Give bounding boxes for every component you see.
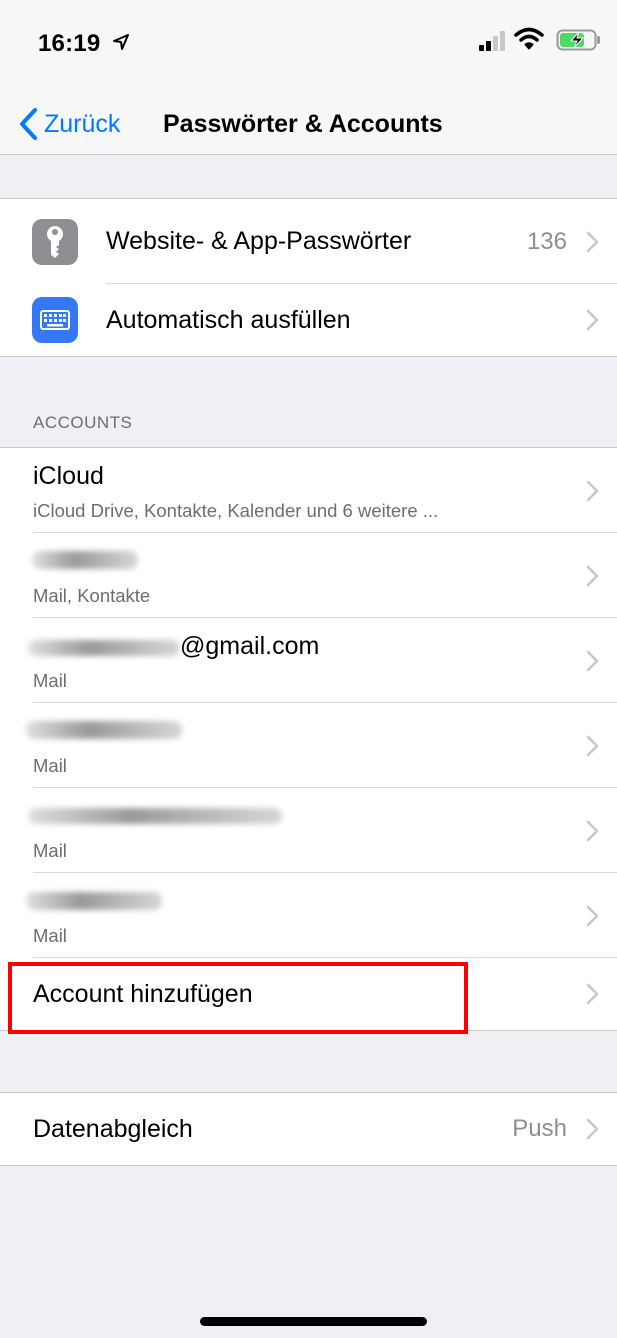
redacted-account-name bbox=[32, 551, 138, 569]
keyboard-icon bbox=[32, 297, 78, 343]
website-app-passwords-label: Website- & App-Passwörter bbox=[106, 227, 412, 255]
chevron-right-icon bbox=[586, 309, 599, 331]
location-arrow-icon bbox=[113, 34, 129, 50]
passwords-count: 136 bbox=[526, 227, 567, 255]
redacted-account-name bbox=[28, 808, 282, 824]
wifi-icon bbox=[514, 27, 544, 50]
home-indicator[interactable] bbox=[200, 1317, 427, 1326]
cellular-signal-icon bbox=[479, 31, 505, 51]
autofill-row[interactable]: Automatisch ausfüllen bbox=[0, 284, 617, 356]
chevron-right-icon bbox=[586, 480, 599, 501]
fetch-group: Datenabgleich Push bbox=[0, 1092, 617, 1166]
account-row-icloud[interactable]: iCloud iCloud Drive, Kontakte, Kalender … bbox=[0, 448, 617, 533]
chevron-right-icon bbox=[586, 735, 599, 756]
fetch-label: Datenabgleich bbox=[33, 1114, 193, 1143]
account-subtitle: iCloud Drive, Kontakte, Kalender und 6 w… bbox=[33, 500, 439, 521]
account-subtitle: Mail bbox=[33, 840, 67, 861]
account-subtitle: Mail, Kontakte bbox=[33, 585, 151, 606]
passwords-group: Website- & App-Passwörter 136 Automatisc… bbox=[0, 198, 617, 357]
accounts-group: iCloud iCloud Drive, Kontakte, Kalender … bbox=[0, 447, 617, 1031]
account-row[interactable]: Mail bbox=[0, 788, 617, 873]
page-title: Passwörter & Accounts bbox=[163, 110, 443, 138]
key-icon bbox=[32, 218, 78, 265]
chevron-right-icon bbox=[586, 905, 599, 926]
highlight-annotation bbox=[8, 962, 468, 1034]
chevron-right-icon bbox=[586, 565, 599, 586]
account-row-gmail[interactable]: @gmail.com Mail bbox=[0, 618, 617, 703]
autofill-label: Automatisch ausfüllen bbox=[106, 305, 351, 334]
account-subtitle: Mail bbox=[33, 755, 67, 776]
account-subtitle: Mail bbox=[33, 925, 67, 946]
chevron-right-icon bbox=[586, 983, 599, 1005]
back-button[interactable]: Zurück bbox=[18, 104, 120, 144]
account-row[interactable]: Mail bbox=[0, 703, 617, 788]
chevron-right-icon bbox=[586, 231, 599, 252]
navigation-bar: Zurück Passwörter & Accounts bbox=[0, 92, 617, 155]
fetch-new-data-row[interactable]: Datenabgleich Push bbox=[0, 1093, 617, 1165]
account-subtitle: Mail bbox=[33, 670, 67, 691]
redacted-account-name bbox=[26, 721, 182, 739]
battery-charging-icon bbox=[556, 29, 600, 51]
fetch-value: Push bbox=[512, 1115, 567, 1142]
account-title: @gmail.com bbox=[180, 632, 320, 660]
chevron-right-icon bbox=[586, 650, 599, 671]
status-time: 16:19 bbox=[38, 30, 101, 57]
account-row[interactable]: Mail bbox=[0, 873, 617, 958]
website-app-passwords-row[interactable]: Website- & App-Passwörter 136 bbox=[0, 199, 617, 284]
account-title: iCloud bbox=[33, 462, 104, 490]
chevron-right-icon bbox=[586, 820, 599, 841]
chevron-right-icon bbox=[586, 1118, 599, 1140]
status-bar: 16:19 bbox=[0, 0, 617, 92]
chevron-left-icon bbox=[20, 108, 37, 140]
redacted-account-name bbox=[26, 892, 162, 910]
account-row[interactable]: Mail, Kontakte bbox=[0, 533, 617, 618]
redacted-account-name bbox=[28, 640, 180, 656]
accounts-section-header: ACCOUNTS bbox=[33, 413, 133, 432]
back-button-label: Zurück bbox=[44, 109, 121, 138]
